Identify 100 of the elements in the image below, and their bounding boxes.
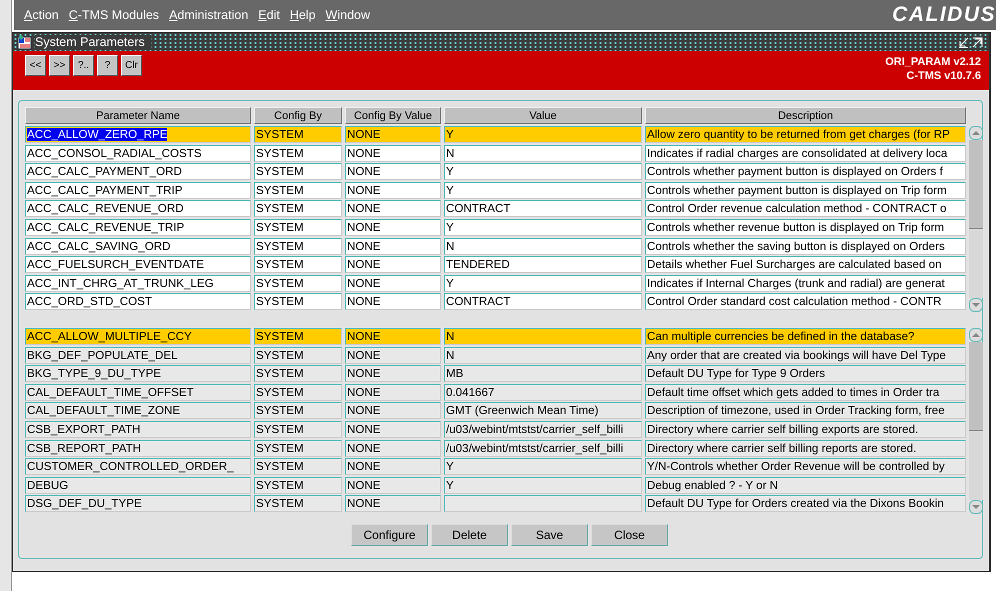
config-by-value-cell[interactable]: NONE xyxy=(345,346,441,364)
value-cell[interactable]: Y xyxy=(444,163,642,180)
description-cell[interactable]: Controls whether revenue button is displayed on Trip form xyxy=(645,218,966,236)
parameter-name-cell[interactable]: BKG_DEF_POPULATE_DEL xyxy=(25,346,251,364)
menu-item[interactable]: Action xyxy=(19,8,64,22)
config-by-value-cell[interactable]: NONE xyxy=(345,182,441,199)
value-cell[interactable]: TENDERED xyxy=(444,256,642,274)
config-by-cell[interactable]: SYSTEM xyxy=(254,238,342,255)
config-by-cell[interactable]: SYSTEM xyxy=(254,163,342,180)
config-by-value-cell[interactable]: NONE xyxy=(345,458,441,476)
description-cell[interactable]: Description of timezone, used in Order Tracking form, free xyxy=(645,402,966,420)
config-by-value-cell[interactable]: NONE xyxy=(345,440,441,456)
config-by-cell[interactable]: SYSTEM xyxy=(254,440,342,456)
config-by-value-cell[interactable]: NONE xyxy=(345,218,441,236)
parameter-name-cell[interactable]: CAL_DEFAULT_TIME_ZONE xyxy=(25,402,251,420)
column-header[interactable]: Value xyxy=(444,107,642,124)
scroll-down-icon[interactable] xyxy=(969,298,983,312)
menu-item[interactable]: Administration xyxy=(164,8,254,22)
config-by-cell[interactable]: SYSTEM xyxy=(254,476,342,494)
menu-item[interactable]: Edit xyxy=(253,8,285,22)
description-cell[interactable]: Indicates if radial charges are consolidated at delivery loca xyxy=(645,144,966,162)
parameter-name-cell[interactable]: ACC_ORD_STD_COST xyxy=(25,293,251,310)
parameter-name-cell[interactable]: ACC_CALC_PAYMENT_TRIP xyxy=(25,182,251,199)
scroll-up-icon[interactable] xyxy=(969,328,983,342)
parameter-name-cell[interactable]: ACC_ALLOW_MULTIPLE_CCY xyxy=(25,328,251,345)
menu-item[interactable]: Help xyxy=(284,8,321,22)
description-cell[interactable]: Default time offset which gets added to times in Order tra xyxy=(645,384,966,401)
value-cell[interactable]: Y xyxy=(444,476,642,494)
toolbar-button[interactable]: ?.. xyxy=(73,55,94,76)
menu-item[interactable]: C-TMS Modules xyxy=(64,8,164,22)
parameter-name-cell[interactable]: CAL_DEFAULT_TIME_OFFSET xyxy=(25,384,251,401)
description-cell[interactable]: Control Order revenue calculation method - CONTRACT o xyxy=(645,200,966,218)
action-button[interactable]: Configure xyxy=(351,524,428,546)
config-by-value-cell[interactable]: NONE xyxy=(345,200,441,218)
config-by-cell[interactable]: SYSTEM xyxy=(254,402,342,420)
config-by-value-cell[interactable]: NONE xyxy=(345,384,441,401)
value-cell[interactable]: 0.041667 xyxy=(444,384,642,401)
config-by-value-cell[interactable]: NONE xyxy=(345,274,441,292)
description-cell[interactable]: Controls whether payment button is displayed on Trip form xyxy=(645,182,966,199)
parameter-name-cell[interactable]: CSB_REPORT_PATH xyxy=(25,440,251,456)
description-cell[interactable]: Controls whether the saving button is displayed on Orders xyxy=(645,238,966,255)
parameter-name-cell[interactable]: ACC_CALC_REVENUE_ORD xyxy=(25,200,251,218)
config-by-value-cell[interactable]: NONE xyxy=(345,476,441,494)
value-cell[interactable]: Y xyxy=(444,126,642,143)
parameter-name-cell[interactable]: ACC_CONSOL_RADIAL_COSTS xyxy=(25,144,251,162)
parameter-name-cell[interactable]: ACC_ALLOW_ZERO_RPE xyxy=(25,126,251,143)
value-cell[interactable]: /u03/webint/mtstst/carrier_self_billi xyxy=(444,420,642,438)
description-cell[interactable]: Directory where carrier self billing reports are stored. xyxy=(645,440,966,456)
config-by-value-cell[interactable]: NONE xyxy=(345,238,441,255)
config-by-value-cell[interactable]: NONE xyxy=(345,365,441,382)
config-by-cell[interactable]: SYSTEM xyxy=(254,274,342,292)
config-by-cell[interactable]: SYSTEM xyxy=(254,218,342,236)
config-by-value-cell[interactable]: NONE xyxy=(345,126,441,143)
description-cell[interactable]: Allow zero quantity to be returned from get charges (for RP xyxy=(645,126,966,143)
description-cell[interactable]: Control Order standard cost calculation method - CONTR xyxy=(645,293,966,310)
config-by-cell[interactable]: SYSTEM xyxy=(254,458,342,476)
config-by-cell[interactable]: SYSTEM xyxy=(254,256,342,274)
value-cell[interactable]: Y xyxy=(444,458,642,476)
description-cell[interactable]: Can multiple currencies be defined in the database? xyxy=(645,328,966,345)
parameter-name-cell[interactable]: DSG_DEF_DU_TYPE xyxy=(25,495,251,512)
scroll-thumb[interactable] xyxy=(969,342,983,431)
value-cell[interactable]: CONTRACT xyxy=(444,293,642,310)
config-by-cell[interactable]: SYSTEM xyxy=(254,328,342,345)
config-by-cell[interactable]: SYSTEM xyxy=(254,182,342,199)
config-by-value-cell[interactable]: NONE xyxy=(345,144,441,162)
description-cell[interactable]: Y/N-Controls whether Order Revenue will be controlled by xyxy=(645,458,966,476)
toolbar-button[interactable]: Clr xyxy=(121,55,142,76)
value-cell[interactable]: N xyxy=(444,346,642,364)
config-by-cell[interactable]: SYSTEM xyxy=(254,293,342,310)
action-button[interactable]: Close xyxy=(591,524,668,546)
parameter-name-cell[interactable]: ACC_INT_CHRG_AT_TRUNK_LEG xyxy=(25,274,251,292)
scrollbar[interactable] xyxy=(969,126,983,312)
config-by-cell[interactable]: SYSTEM xyxy=(254,126,342,143)
value-cell[interactable]: /u03/webint/mtstst/carrier_self_billi xyxy=(444,440,642,456)
scroll-down-icon[interactable] xyxy=(969,500,983,514)
parameter-name-cell[interactable]: CSB_EXPORT_PATH xyxy=(25,420,251,438)
value-cell[interactable]: N xyxy=(444,238,642,255)
config-by-cell[interactable]: SYSTEM xyxy=(254,200,342,218)
description-cell[interactable]: Directory where carrier self billing exports are stored. xyxy=(645,420,966,438)
column-header[interactable]: Parameter Name xyxy=(25,107,251,124)
value-cell[interactable]: CONTRACT xyxy=(444,200,642,218)
column-header[interactable]: Config By Value xyxy=(345,107,441,124)
minimize-icon[interactable] xyxy=(958,36,969,48)
value-cell[interactable]: GMT (Greenwich Mean Time) xyxy=(444,402,642,420)
value-cell[interactable]: Y xyxy=(444,274,642,292)
parameter-name-cell[interactable]: DEBUG xyxy=(25,476,251,494)
value-cell[interactable]: N xyxy=(444,328,642,345)
parameter-name-cell[interactable]: CUSTOMER_CONTROLLED_ORDER_ xyxy=(25,458,251,476)
scroll-thumb[interactable] xyxy=(969,140,983,229)
parameter-name-cell[interactable]: ACC_FUELSURCH_EVENTDATE xyxy=(25,256,251,274)
config-by-value-cell[interactable]: NONE xyxy=(345,328,441,345)
config-by-value-cell[interactable]: NONE xyxy=(345,495,441,512)
scrollbar[interactable] xyxy=(969,328,983,514)
config-by-value-cell[interactable]: NONE xyxy=(345,163,441,180)
config-by-value-cell[interactable]: NONE xyxy=(345,256,441,274)
value-cell[interactable]: MB xyxy=(444,365,642,382)
action-button[interactable]: Delete xyxy=(431,524,508,546)
toolbar-button[interactable]: ? xyxy=(97,55,118,76)
config-by-value-cell[interactable]: NONE xyxy=(345,420,441,438)
description-cell[interactable]: Controls whether payment button is displayed on Orders f xyxy=(645,163,966,180)
